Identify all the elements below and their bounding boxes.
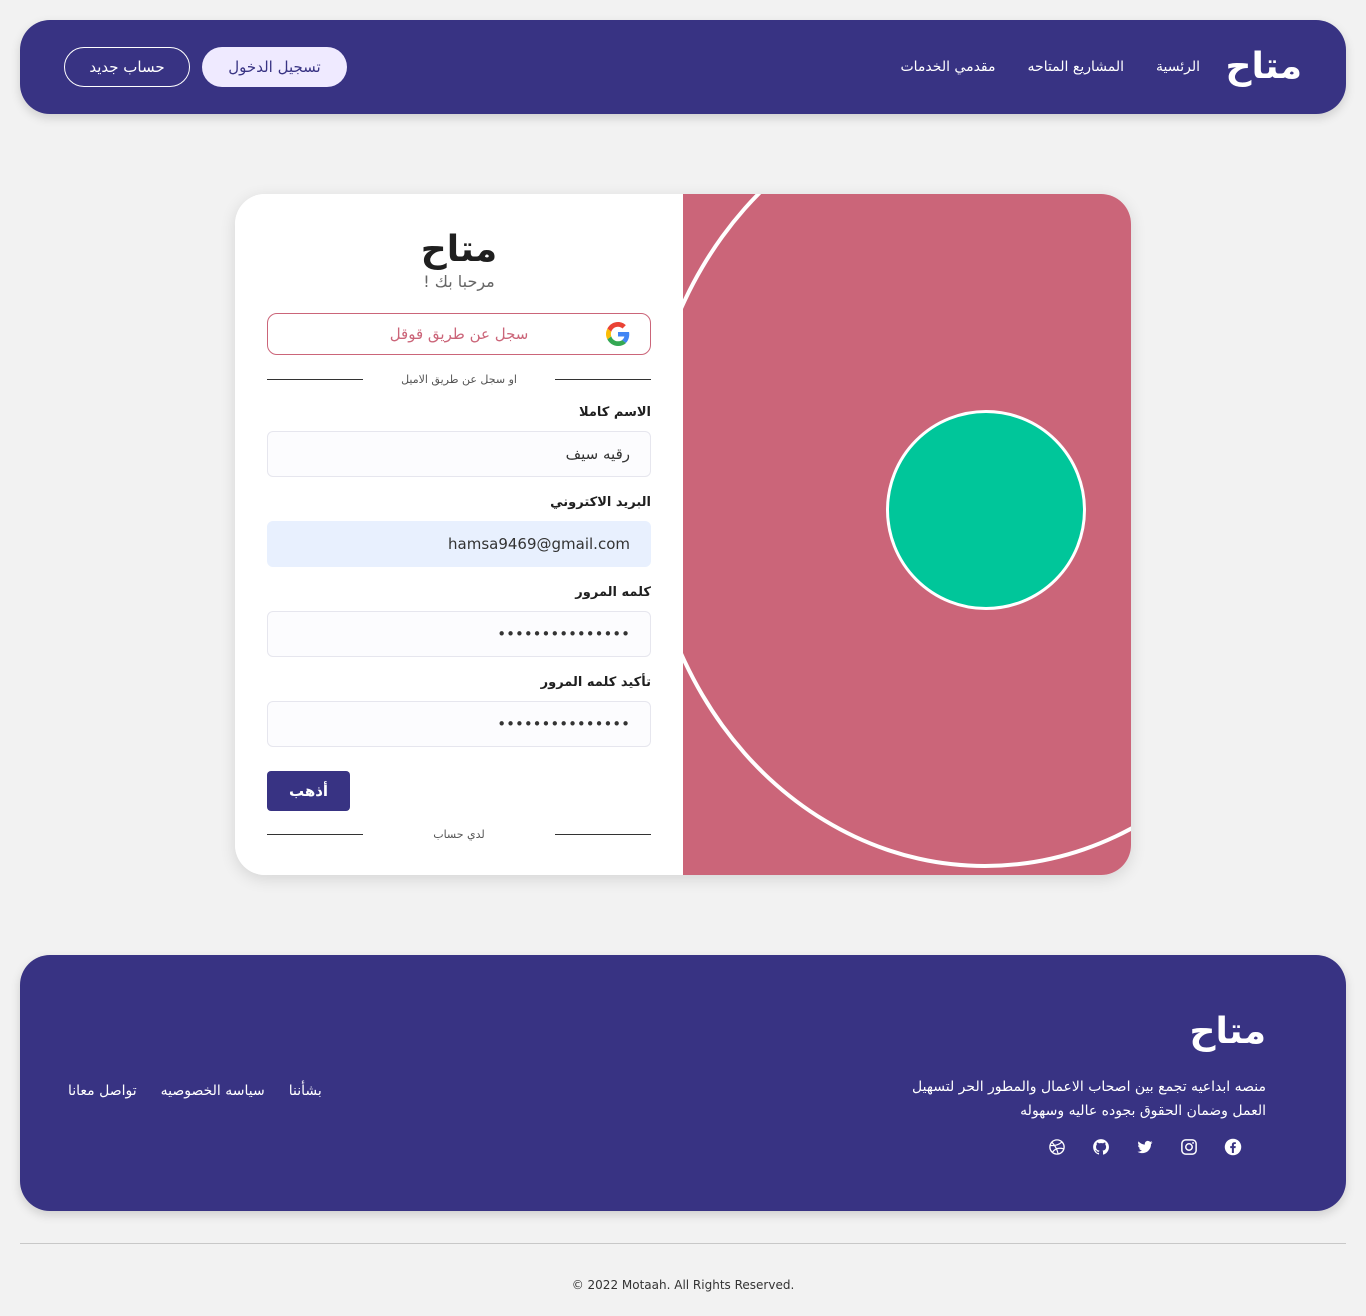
- footer-link-contact[interactable]: تواصل معانا: [68, 1083, 137, 1099]
- footer-links: بشأننا سياسه الخصوصيه تواصل معانا: [68, 1083, 322, 1099]
- site-logo[interactable]: متاح: [1226, 44, 1302, 90]
- copyright-text: © 2022 Motaah. All Rights Reserved.: [571, 1278, 795, 1292]
- google-signup-button[interactable]: سجل عن طريق قوقل: [267, 313, 651, 355]
- fullname-label: الاسم كاملا: [578, 405, 651, 420]
- divider-text: او سجل عن طريق الاميل: [401, 372, 517, 386]
- password-input[interactable]: [267, 611, 651, 657]
- have-account-link[interactable]: لدي حساب: [433, 828, 485, 841]
- google-signup-label: سجل عن طريق قوقل: [389, 325, 529, 343]
- welcome-text: مرحبا بك !: [423, 272, 495, 291]
- confirm-password-label: تأكيد كلمه المرور: [540, 675, 651, 690]
- decorative-panel: [683, 194, 1131, 875]
- login-button[interactable]: تسجيل الدخول: [202, 47, 347, 87]
- confirm-password-input[interactable]: [267, 701, 651, 747]
- twitter-icon[interactable]: [1136, 1138, 1154, 1156]
- email-divider: او سجل عن طريق الاميل: [267, 369, 651, 389]
- decorative-circle: [886, 410, 1086, 610]
- nav-projects[interactable]: المشاريع المتاحه: [1028, 57, 1124, 77]
- account-divider: لدي حساب: [267, 824, 651, 844]
- signup-form: متاح مرحبا بك ! سجل عن طريق قوقل او سجل …: [235, 194, 683, 875]
- form-logo: متاح: [420, 229, 498, 270]
- submit-button[interactable]: أذهب: [267, 771, 350, 811]
- site-footer: متاح منصه ابداعيه تجمع بين اصحاب الاعمال…: [20, 955, 1346, 1211]
- fullname-input[interactable]: [267, 431, 651, 477]
- password-label: كلمه المرور: [575, 585, 651, 600]
- email-label: البريد الاكتروني: [550, 495, 651, 510]
- footer-link-about[interactable]: بشأننا: [289, 1083, 322, 1099]
- google-icon: [606, 322, 630, 346]
- email-input[interactable]: [267, 521, 651, 567]
- footer-description: منصه ابداعيه تجمع بين اصحاب الاعمال والم…: [911, 1079, 1266, 1119]
- nav-home[interactable]: الرئسية: [1156, 57, 1200, 77]
- github-icon[interactable]: [1092, 1138, 1110, 1156]
- divider-line: [555, 833, 651, 835]
- signup-card: متاح مرحبا بك ! سجل عن طريق قوقل او سجل …: [235, 194, 1131, 875]
- dribbble-icon[interactable]: [1048, 1138, 1066, 1156]
- divider-line: [267, 378, 363, 380]
- footer-separator: [20, 1243, 1346, 1244]
- instagram-icon[interactable]: [1180, 1138, 1198, 1156]
- footer-link-privacy[interactable]: سياسه الخصوصيه: [161, 1083, 265, 1099]
- footer-logo: متاح: [1189, 1011, 1266, 1052]
- divider-line: [267, 833, 363, 835]
- facebook-icon[interactable]: [1224, 1138, 1242, 1156]
- divider-line: [555, 378, 651, 380]
- signup-button[interactable]: حساب جديد: [64, 47, 190, 87]
- top-navbar: متاح الرئسية المشاريع المتاحه مقدمي الخد…: [20, 20, 1346, 114]
- social-links: [1048, 1138, 1242, 1156]
- main-nav: الرئسية المشاريع المتاحه مقدمي الخدمات: [900, 57, 1200, 77]
- nav-providers[interactable]: مقدمي الخدمات: [900, 57, 995, 77]
